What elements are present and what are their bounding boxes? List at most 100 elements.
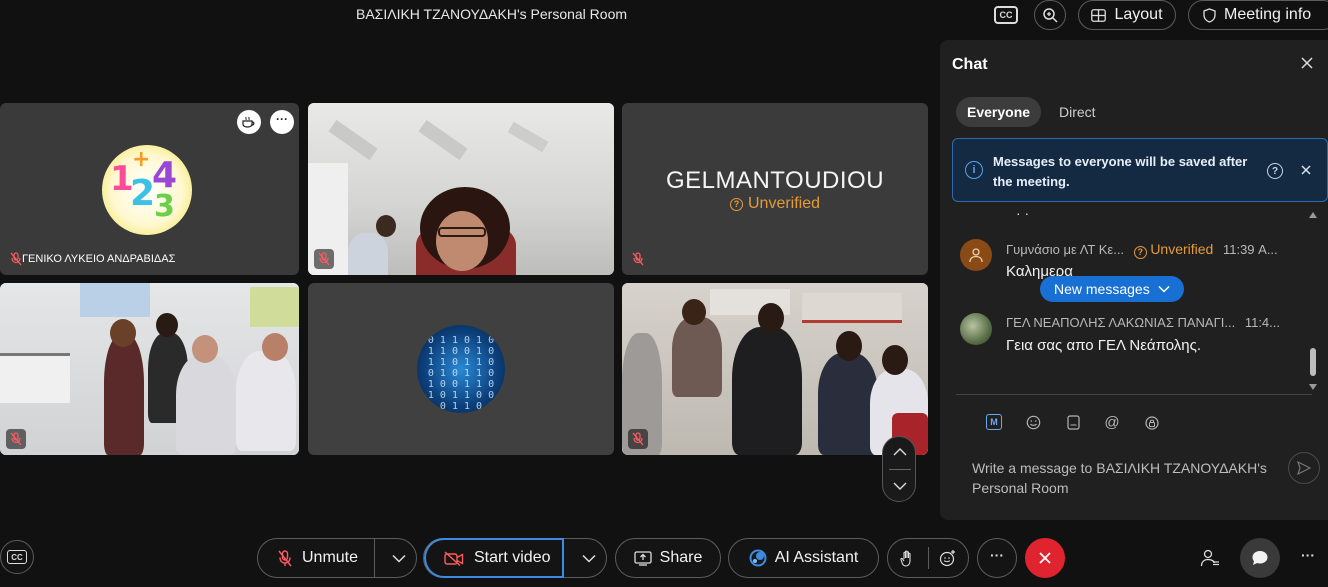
student-head <box>758 303 784 333</box>
chat-bubble-icon <box>1252 551 1268 565</box>
student-head <box>262 333 288 361</box>
tab-everyone[interactable]: Everyone <box>956 97 1042 127</box>
student-figure <box>818 353 878 455</box>
student-head <box>882 345 908 375</box>
raise-hand-badge[interactable] <box>237 110 261 134</box>
more-options-button[interactable]: ··· <box>270 110 294 134</box>
chat-scrollbar[interactable] <box>1308 212 1318 392</box>
more-apps-button[interactable]: ··· <box>1294 546 1322 570</box>
question-icon: ? <box>729 197 743 211</box>
ellipsis-icon: ··· <box>1301 547 1315 563</box>
participant-name: ΓΕΝΙΚΟ ΛΥΚΕΙΟ ΑΝΔΡΑΒΙΔΑΣ <box>22 253 176 265</box>
muted-mic-icon <box>628 249 648 269</box>
raise-hand-icon <box>900 550 911 567</box>
end-call-button[interactable] <box>1025 538 1065 578</box>
participants-button[interactable] <box>1196 544 1224 572</box>
send-button[interactable] <box>1288 452 1320 484</box>
chevron-up-icon[interactable] <box>892 447 908 457</box>
reactions-group <box>887 538 969 578</box>
unverified-status: ? Unverified <box>622 195 928 213</box>
digit-shape: + <box>132 147 151 172</box>
teacher-face <box>436 211 488 271</box>
muted-mic-icon <box>278 549 292 566</box>
wall-poster <box>802 293 902 323</box>
chevron-down-icon <box>1158 285 1170 293</box>
binary-pattern: 0 1 1 0 1 0 1 1 0 0 1 0 1 1 0 1 1 0 0 1 … <box>427 335 495 413</box>
user-icon <box>969 248 983 263</box>
notice-text: Messages to everyone will be saved after… <box>993 154 1248 189</box>
participant-tile[interactable] <box>0 283 299 455</box>
meeting-info-button[interactable]: Meeting info <box>1188 0 1328 30</box>
tab-direct[interactable]: Direct <box>1048 97 1107 127</box>
message-time: 11:39 Α... <box>1222 242 1278 257</box>
start-video-button[interactable]: Start video <box>424 538 564 578</box>
audio-options-button[interactable] <box>383 554 416 563</box>
new-messages-label: New messages <box>1054 281 1150 297</box>
raise-hand-button[interactable] <box>888 550 928 567</box>
captions-button[interactable]: CC <box>0 540 34 574</box>
scrollbar-thumb[interactable] <box>1310 348 1316 376</box>
chevron-down-icon[interactable] <box>892 481 908 491</box>
markdown-icon[interactable]: M <box>986 414 1002 430</box>
message-input[interactable]: Write a message to ΒΑΣΙΛΙΚΗ ΤΖΑΝΟΥΔΑΚΗ's… <box>972 458 1272 498</box>
participant-tile[interactable] <box>622 283 928 455</box>
unverified-label: Unverified <box>1150 241 1214 257</box>
share-button[interactable]: Share <box>615 538 721 578</box>
zoom-icon <box>1043 8 1058 23</box>
gif-icon[interactable] <box>1065 414 1081 430</box>
coffee-icon <box>242 116 255 128</box>
room-title: ΒΑΣΙΛΙΚΗ ΤΖΑΝΟΥΔΑΚΗ's Personal Room <box>356 6 628 22</box>
wall-map <box>80 283 150 317</box>
participant-name: GELMANTOUDIOU <box>665 167 885 194</box>
ceiling-light <box>418 119 468 161</box>
muted-mic-icon <box>6 429 26 449</box>
captions-icon[interactable]: CC <box>994 6 1018 24</box>
glasses <box>438 227 486 237</box>
student-figure <box>732 327 802 455</box>
video-options-button[interactable] <box>572 554 606 563</box>
shield-icon <box>1203 7 1216 23</box>
unmute-button[interactable]: Unmute <box>258 549 366 567</box>
cc-icon: CC <box>7 550 27 564</box>
participant-tile[interactable]: 0 1 1 0 1 0 1 1 0 0 1 0 1 1 0 1 1 0 0 1 … <box>308 283 614 455</box>
student-head <box>110 319 136 347</box>
participant-tile[interactable]: GELMANTOUDIOU ? Unverified <box>622 103 928 275</box>
chat-notice-banner: i Messages to everyone will be saved aft… <box>952 138 1328 202</box>
lock-icon[interactable] <box>1144 414 1160 430</box>
sender-avatar <box>960 239 992 271</box>
muted-mic-icon <box>628 429 648 449</box>
start-video-label: Start video <box>474 549 551 566</box>
share-label: Share <box>659 549 703 566</box>
new-messages-button[interactable]: New messages <box>1040 276 1184 302</box>
grid-page-scroller[interactable] <box>882 436 916 502</box>
reactions-button[interactable] <box>928 549 968 567</box>
chat-toggle-button[interactable] <box>1240 538 1280 578</box>
layout-button[interactable]: Layout <box>1078 0 1176 30</box>
help-icon[interactable]: ? <box>1267 163 1283 179</box>
scroll-up-arrow[interactable] <box>1309 212 1317 218</box>
sender-name: ΓΕΛ ΝΕΑΠΟΛΗΣ ΛΑΚΩΝΙΑΣ ΠΑΝΑΓΙ... <box>1006 315 1236 330</box>
unmute-split-button: Unmute <box>257 538 417 578</box>
scroll-down-arrow[interactable] <box>1309 384 1317 390</box>
mention-icon[interactable]: @ <box>1104 414 1120 431</box>
ai-assistant-button[interactable]: AI Assistant <box>728 538 879 578</box>
ai-assistant-label: AI Assistant <box>774 549 859 566</box>
emoji-icon[interactable] <box>1025 414 1041 430</box>
participant-tile[interactable] <box>308 103 614 275</box>
student-head <box>836 331 862 361</box>
more-options-button[interactable]: ··· <box>977 538 1017 578</box>
student-figure <box>236 351 296 451</box>
scroller-divider <box>889 469 911 470</box>
top-bar: ΒΑΣΙΛΙΚΗ ΤΖΑΝΟΥΔΑΚΗ's Personal Room CC L… <box>0 0 1328 32</box>
close-notice-icon[interactable] <box>1299 163 1313 177</box>
ceiling-light <box>328 119 378 161</box>
participant-tile[interactable]: 1 2 4 3 + ··· ΓΕΝΙΚΟ ΛΥΚΕΙΟ ΑΝΔΡΑΒΙΔΑΣ <box>0 103 299 275</box>
zoom-button[interactable] <box>1034 0 1066 30</box>
muted-mic-icon <box>314 249 334 269</box>
message-meta: ΓΕΛ ΝΕΑΠΟΛΗΣ ΛΑΚΩΝΙΑΣ ΠΑΝΑΓΙ... 11:4... <box>1006 315 1306 330</box>
binary-avatar: 0 1 1 0 1 0 1 1 0 0 1 0 1 1 0 1 1 0 0 1 … <box>417 325 505 413</box>
close-chat-icon[interactable] <box>1298 54 1316 72</box>
video-off-icon <box>444 550 464 566</box>
participant-avatar: 1 2 4 3 + <box>102 145 192 235</box>
student-figure <box>176 355 236 455</box>
